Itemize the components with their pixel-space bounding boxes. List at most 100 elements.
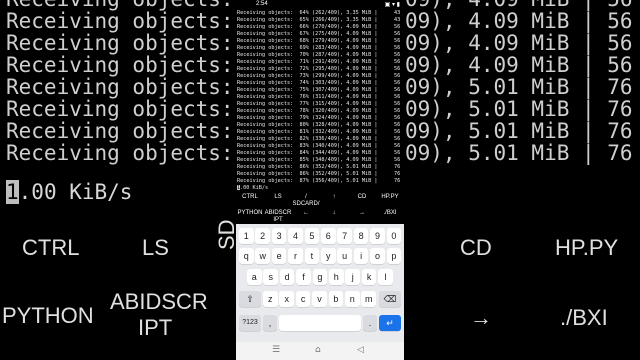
- terminal-line: Receiving objects: 78% (320/409), 4.09 M…: [237, 108, 403, 115]
- phone-screen: 2:54 ▣ ▾ ▮ Receiving objects: 64% (262/4…: [236, 0, 404, 360]
- key-y[interactable]: y: [321, 248, 336, 264]
- terminal-line-text: Receiving objects: 86% (352/409), 5.01 M…: [237, 171, 378, 177]
- key-j[interactable]: j: [345, 269, 360, 285]
- key-t[interactable]: t: [304, 248, 320, 264]
- key-4[interactable]: 4: [288, 228, 303, 244]
- key-u[interactable]: u: [337, 248, 352, 264]
- key-2[interactable]: 2: [255, 228, 270, 244]
- space-key[interactable]: [279, 315, 361, 331]
- home-icon[interactable]: ⌂: [315, 345, 321, 355]
- extra-key-0-3[interactable]: ↑: [320, 194, 348, 201]
- extra-key-1-2[interactable]: ←: [292, 210, 320, 217]
- extra-key-1-3[interactable]: ↓: [320, 210, 348, 217]
- terminal-line-text: Receiving objects: 69% (283/409), 4.09 M…: [237, 45, 378, 51]
- key-s[interactable]: s: [263, 269, 278, 285]
- terminal-line-tail: 56: [394, 143, 401, 149]
- extra-key-1-0[interactable]: PYTHON: [236, 210, 264, 217]
- key-w[interactable]: w: [255, 248, 270, 264]
- terminal-line-text: Receiving objects: 70% (287/409), 4.09 M…: [237, 52, 378, 58]
- key-m[interactable]: m: [361, 291, 376, 307]
- terminal-line-text: Receiving objects: 73% (299/409), 4.09 M…: [237, 73, 378, 79]
- terminal-line-text: Receiving objects: 64% (262/409), 3.35 M…: [237, 10, 378, 16]
- terminal-line-text: Receiving objects: 74% (303/409), 4.09 M…: [237, 80, 378, 86]
- background-line-left: Receiving objects:: [6, 31, 234, 55]
- key-h[interactable]: h: [329, 269, 344, 285]
- key-o[interactable]: o: [370, 248, 385, 264]
- shift-key[interactable]: ⇧: [239, 291, 261, 307]
- key-1[interactable]: 1: [239, 228, 254, 244]
- terminal-line-text: Receiving objects: 83% (340/409), 4.09 M…: [237, 143, 378, 149]
- terminal-line-text: Receiving objects: 79% (324/409), 4.09 M…: [237, 115, 378, 121]
- status-time: 2:54: [256, 1, 268, 7]
- terminal-line: Receiving objects: 83% (340/409), 4.09 M…: [237, 143, 403, 150]
- terminal-line-tail: 56: [394, 66, 401, 72]
- terminal-line: Receiving objects: 81% (332/409), 4.09 M…: [237, 129, 403, 136]
- key-l[interactable]: l: [378, 269, 393, 285]
- terminal-line-text: Receiving objects: 77% (315/409), 4.09 M…: [237, 101, 378, 107]
- extra-key-0-1[interactable]: LS: [264, 194, 292, 201]
- period-key[interactable]: .: [363, 315, 377, 331]
- key-0[interactable]: 0: [386, 228, 402, 244]
- terminal-line: Receiving objects: 65% (266/409), 3.35 M…: [237, 17, 403, 24]
- terminal-line-tail: 56: [394, 59, 401, 65]
- terminal-line: Receiving objects: 74% (303/409), 4.09 M…: [237, 80, 403, 87]
- terminal-line-tail: 56: [394, 73, 401, 79]
- key-9[interactable]: 9: [370, 228, 385, 244]
- terminal-line-text: Receiving objects: 76% (311/409), 4.09 M…: [237, 94, 378, 100]
- symbols-key[interactable]: ?123: [239, 315, 261, 331]
- key-r[interactable]: r: [288, 248, 303, 264]
- key-i[interactable]: i: [353, 248, 369, 264]
- key-q[interactable]: q: [239, 248, 254, 264]
- key-c[interactable]: c: [295, 291, 311, 307]
- key-x[interactable]: x: [279, 291, 294, 307]
- key-n[interactable]: n: [345, 291, 360, 307]
- key-7[interactable]: 7: [337, 228, 352, 244]
- extra-key-0-5[interactable]: HP.PY: [376, 194, 404, 201]
- key-5[interactable]: 5: [304, 228, 320, 244]
- extra-key-0-2[interactable]: / SDCARD/: [292, 194, 320, 208]
- terminal-line: Receiving objects: 66% (270/409), 4.09 M…: [237, 24, 403, 31]
- background-key-ctrl: CTRL: [22, 235, 80, 260]
- background-line-right: 09), 5.01 MiB | 76: [405, 75, 633, 99]
- background-key-ls: LS: [142, 235, 169, 260]
- backspace-key[interactable]: ⌫: [379, 291, 401, 307]
- key-v[interactable]: v: [312, 291, 327, 307]
- key-b[interactable]: b: [328, 291, 344, 307]
- key-6[interactable]: 6: [321, 228, 336, 244]
- key-g[interactable]: g: [312, 269, 328, 285]
- extra-key-1-1[interactable]: ABIDSCR IPT: [264, 210, 292, 224]
- terminal-line-text: Receiving objects: 67% (275/409), 4.09 M…: [237, 31, 378, 37]
- key-3[interactable]: 3: [271, 228, 287, 244]
- key-z[interactable]: z: [263, 291, 278, 307]
- key-p[interactable]: p: [386, 248, 402, 264]
- terminal-line-text: Receiving objects: 82% (336/409), 4.09 M…: [237, 136, 378, 142]
- terminal-line: Receiving objects: 69% (283/409), 4.09 M…: [237, 45, 403, 52]
- extra-key-1-4[interactable]: →: [348, 210, 376, 217]
- terminal-line-text: Receiving objects: 84% (344/409), 4.09 M…: [237, 150, 378, 156]
- recents-icon[interactable]: ☰: [272, 345, 280, 355]
- extra-keys-bar: CTRL LS / SDCARD/↑ CD HP.PY PYTHON ABIDSCR IPT…: [236, 190, 404, 226]
- background-line-left: Receiving objects:: [6, 119, 234, 143]
- terminal-line-text: Receiving objects: 85% (348/409), 4.09 M…: [237, 157, 378, 163]
- background-line-right: 09), 4.09 MiB | 56: [405, 9, 633, 33]
- terminal-line-tail: 56: [394, 87, 401, 93]
- terminal-line-text: Receiving objects: 65% (266/409), 3.35 M…: [237, 17, 378, 23]
- terminal-line: Receiving objects: 73% (299/409), 4.09 M…: [237, 73, 403, 80]
- extra-key-0-4[interactable]: CD: [348, 194, 376, 201]
- background-line-right: 09), 5.01 MiB | 76: [405, 141, 633, 165]
- terminal-line-tail: 56: [394, 80, 401, 86]
- key-e[interactable]: e: [271, 248, 287, 264]
- key-a[interactable]: a: [247, 269, 262, 285]
- extra-key-1-5[interactable]: ./BXI: [376, 210, 404, 217]
- terminal-output[interactable]: Receiving objects: 64% (262/409), 3.35 M…: [237, 10, 403, 192]
- key-d[interactable]: d: [279, 269, 295, 285]
- key-f[interactable]: f: [296, 269, 311, 285]
- background-speed-line: 1.00 KiB/s: [6, 180, 132, 204]
- key-k[interactable]: k: [361, 269, 377, 285]
- enter-key[interactable]: ↵: [379, 315, 401, 331]
- comma-key[interactable]: ,: [263, 315, 277, 331]
- extra-key-0-0[interactable]: CTRL: [236, 194, 264, 201]
- back-icon[interactable]: ◁: [357, 345, 364, 355]
- key-8[interactable]: 8: [353, 228, 369, 244]
- terminal-line: Receiving objects: 77% (315/409), 4.09 M…: [237, 101, 403, 108]
